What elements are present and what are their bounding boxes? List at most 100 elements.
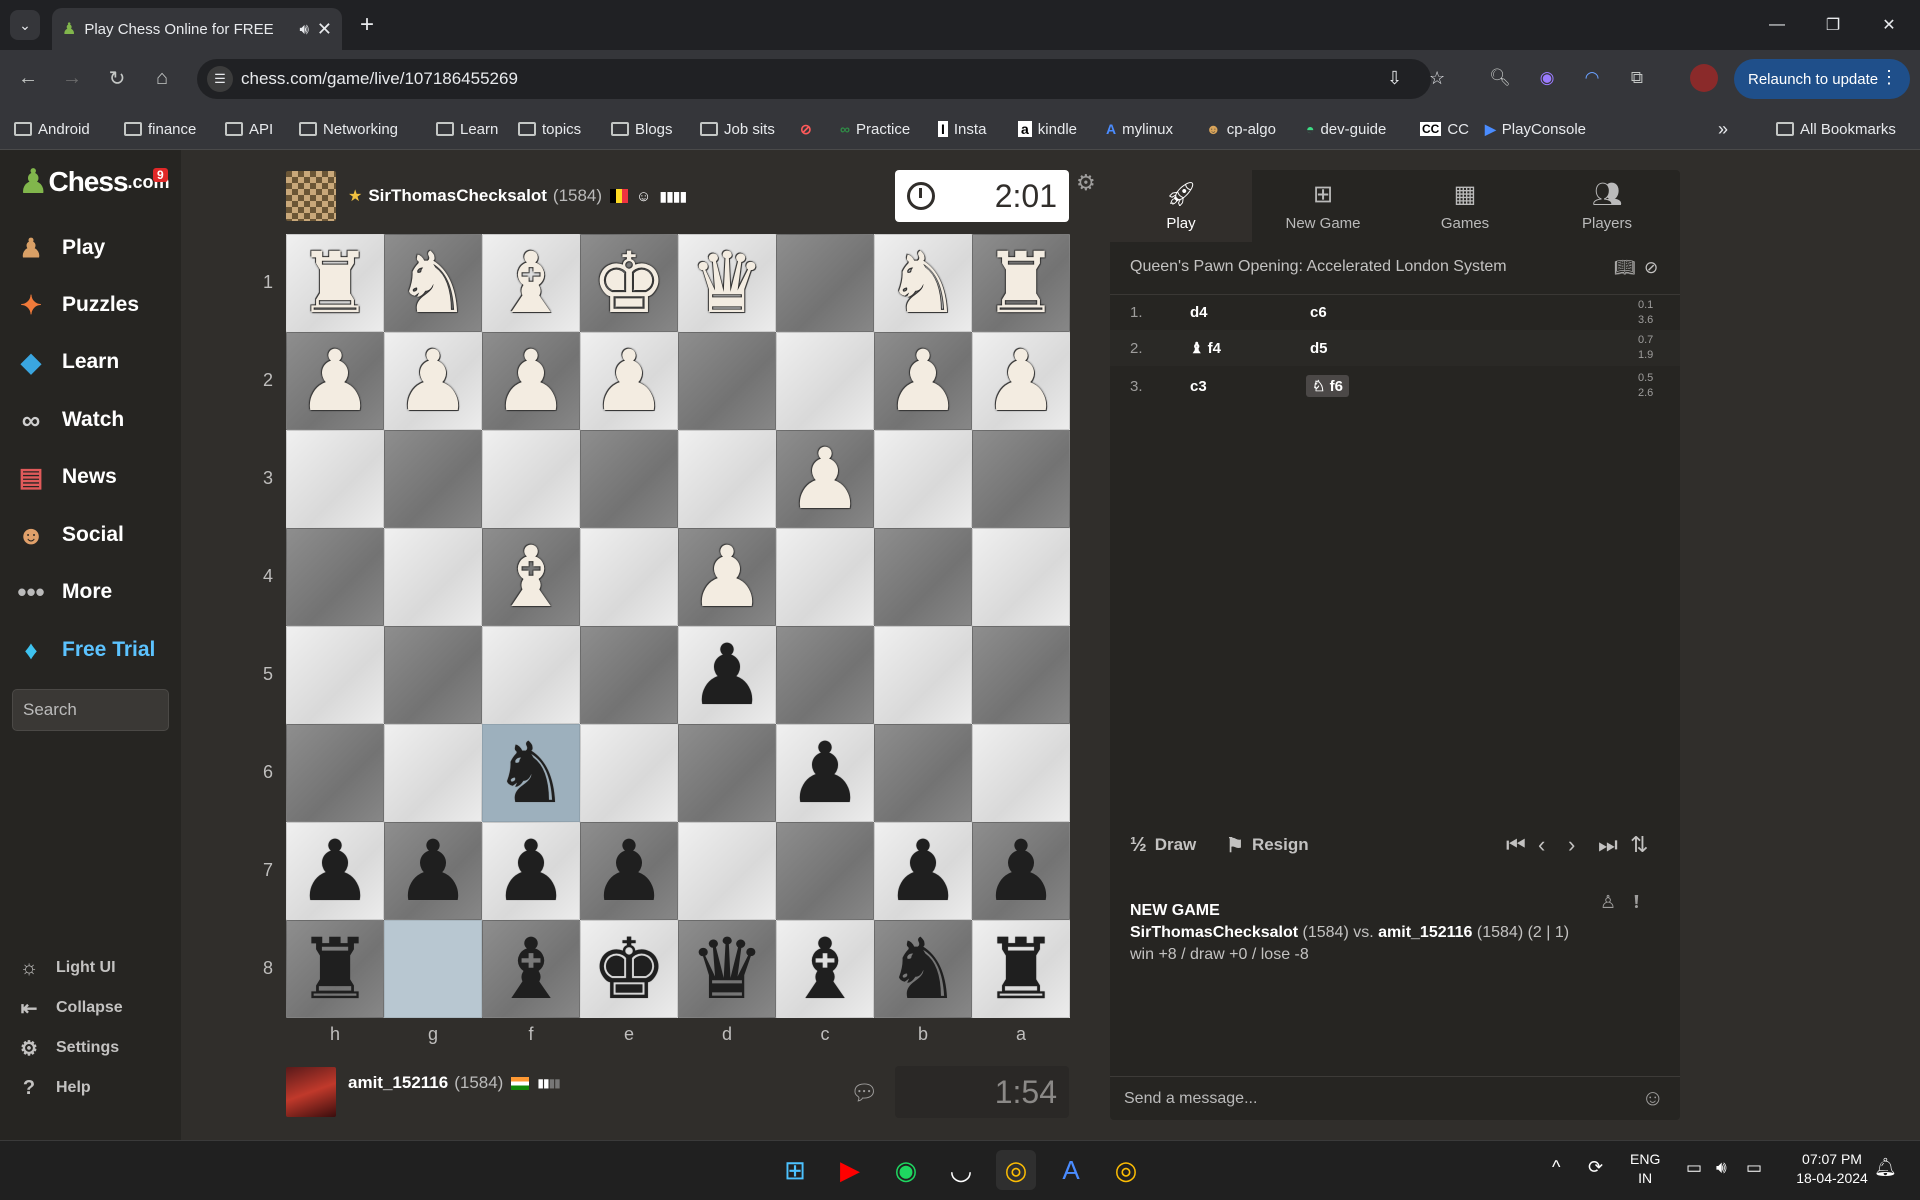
tab-search-icon[interactable]: ⌄ (10, 10, 40, 40)
board-square[interactable] (286, 528, 384, 626)
resign-button[interactable]: ⚑ Resign (1226, 833, 1309, 858)
black-pawn-piece[interactable]: ♟ (885, 829, 960, 913)
first-move-icon[interactable]: ⏮ (1506, 832, 1526, 858)
speaker-icon[interactable]: 🔊︎ (299, 21, 308, 38)
board-square[interactable] (972, 724, 1070, 822)
white-queen-piece[interactable]: ♛ (689, 241, 764, 325)
board-square[interactable] (874, 724, 972, 822)
board-square[interactable]: ♟ (972, 332, 1070, 430)
reload-icon[interactable]: ↻ (103, 64, 131, 92)
board-square[interactable] (776, 528, 874, 626)
board-square[interactable]: ♟ (286, 332, 384, 430)
board-square[interactable] (776, 332, 874, 430)
bookmark-item[interactable]: ∞ Practice (840, 116, 910, 142)
board-square[interactable] (776, 822, 874, 920)
black-rook-piece[interactable]: ♜ (297, 927, 372, 1011)
board-square[interactable] (972, 430, 1070, 528)
bookmark-item[interactable]: CC CC (1420, 116, 1469, 142)
opening-name[interactable]: Queen's Pawn Opening: Accelerated London… (1130, 258, 1507, 276)
sidebar-search-input[interactable]: Search (12, 689, 169, 731)
top-player-avatar[interactable] (286, 171, 336, 221)
tab-games[interactable]: ▦ Games (1394, 170, 1536, 242)
bottom-player-name[interactable]: amit_152116 (348, 1073, 448, 1093)
white-pawn-piece[interactable]: ♟ (983, 339, 1058, 423)
tab-new-game[interactable]: ⊞ New Game (1252, 170, 1394, 242)
move-white[interactable]: ♝ f4 (1190, 339, 1221, 357)
sidebar-item-social[interactable]: ☻ Social (14, 515, 124, 555)
bookmark-item-icon-only[interactable]: ⊘ (800, 116, 812, 142)
menu-dots-icon[interactable]: ⋮ (1880, 67, 1898, 88)
extensions-puzzle-icon[interactable]: ⧉ (1623, 64, 1651, 92)
android-studio-icon[interactable]: A (1051, 1150, 1091, 1190)
board-square[interactable]: ♞ (874, 234, 972, 332)
board-square[interactable]: ♟ (776, 430, 874, 528)
board-square[interactable] (874, 528, 972, 626)
board-square[interactable] (678, 724, 776, 822)
board-square[interactable] (874, 430, 972, 528)
board-square[interactable] (874, 626, 972, 724)
board-square[interactable] (678, 430, 776, 528)
bookmark-item[interactable]: Learn (436, 116, 498, 142)
white-rook-piece[interactable]: ♜ (983, 241, 1058, 325)
move-black[interactable]: d5 (1310, 340, 1328, 357)
board-square[interactable] (776, 234, 874, 332)
prev-move-icon[interactable]: ‹ (1538, 832, 1545, 858)
board-square[interactable]: ♟ (384, 822, 482, 920)
black-pawn-piece[interactable]: ♟ (395, 829, 470, 913)
bookmark-item[interactable]: Amylinux (1106, 116, 1173, 142)
site-info-icon[interactable]: ☰ (207, 66, 233, 92)
chrome-profile-icon[interactable]: ◎ (1106, 1150, 1146, 1190)
black-pawn-piece[interactable]: ♟ (689, 633, 764, 717)
bookmark-item[interactable]: topics (518, 116, 581, 142)
board-square[interactable] (972, 528, 1070, 626)
sidebar-item-learn[interactable]: ◆ Learn (14, 342, 119, 382)
white-pawn-piece[interactable]: ♟ (297, 339, 372, 423)
board-square[interactable]: ♞ (874, 920, 972, 1018)
white-king-piece[interactable]: ♚ (591, 241, 666, 325)
black-king-piece[interactable]: ♚ (591, 927, 666, 1011)
black-bishop-piece[interactable]: ♝ (787, 927, 862, 1011)
chat-bubble-icon[interactable]: 💬︎ (850, 1080, 878, 1106)
bookmark-item[interactable]: ◓ dev-guide (1306, 116, 1386, 142)
board-square[interactable] (580, 626, 678, 724)
address-bar[interactable]: ☰ chess.com/game/live/107186455269 ⇩ ☆ (197, 59, 1445, 99)
board-square[interactable] (972, 626, 1070, 724)
extension-eye-icon[interactable]: ◉ (1533, 64, 1561, 92)
chess-board[interactable]: ♜ ♞ ♝ ♚ ♛ ♞ ♜ ♟ ♟ ♟ ♟ ♟ ♟ ♟ ♝ ♟ ♟ ♞ ♟ ♟ ♟ ♟ ♟ ♟ ♟ ♜ ♝ ♚ ♛ ♝ ♞ ♜ (286, 234, 1070, 1018)
bottom-player-avatar[interactable] (286, 1067, 336, 1117)
youtube-icon[interactable]: ▶ (830, 1150, 870, 1190)
board-square[interactable] (482, 430, 580, 528)
black-pawn-piece[interactable]: ♟ (297, 829, 372, 913)
board-square[interactable]: ♛ (678, 234, 776, 332)
board-square[interactable]: ♟ (286, 822, 384, 920)
board-square[interactable]: ♟ (482, 822, 580, 920)
windows-start-icon[interactable]: ⊞ (775, 1150, 815, 1190)
board-square[interactable] (286, 430, 384, 528)
white-pawn-piece[interactable]: ♟ (885, 339, 960, 423)
board-square[interactable]: ♛ (678, 920, 776, 1018)
profile-avatar[interactable] (1690, 64, 1718, 92)
board-square[interactable] (384, 920, 482, 1018)
new-tab-button[interactable]: + (352, 10, 382, 40)
white-rook-piece[interactable]: ♜ (297, 241, 372, 325)
black-pawn-piece[interactable]: ♟ (493, 829, 568, 913)
board-square[interactable]: ♟ (776, 724, 874, 822)
restore-button[interactable]: ❐ (1806, 0, 1860, 50)
emoji-icon[interactable]: ☺ (1642, 1085, 1664, 1111)
white-pawn-piece[interactable]: ♟ (493, 339, 568, 423)
board-square[interactable]: ♜ (972, 920, 1070, 1018)
black-queen-piece[interactable]: ♛ (689, 927, 764, 1011)
home-icon[interactable]: ⌂ (148, 64, 176, 92)
board-square[interactable]: ♟ (580, 822, 678, 920)
top-player-name[interactable]: SirThomasChecksalot (368, 186, 547, 206)
board-square[interactable] (482, 626, 580, 724)
settings-link[interactable]: ⚙ Settings (16, 1033, 119, 1063)
bookmark-item[interactable]: ☻ cp-algo (1206, 116, 1276, 142)
light-ui-toggle[interactable]: ☼ Light UI (16, 953, 116, 983)
move-black[interactable]: c6 (1310, 304, 1327, 321)
board-settings-gear-icon[interactable]: ⚙ (1076, 170, 1096, 196)
board-square[interactable]: ♜ (286, 234, 384, 332)
last-move-icon[interactable]: ⏭ (1598, 832, 1618, 858)
bookmark-item[interactable]: API (225, 116, 273, 142)
board-square[interactable]: ♚ (580, 920, 678, 1018)
